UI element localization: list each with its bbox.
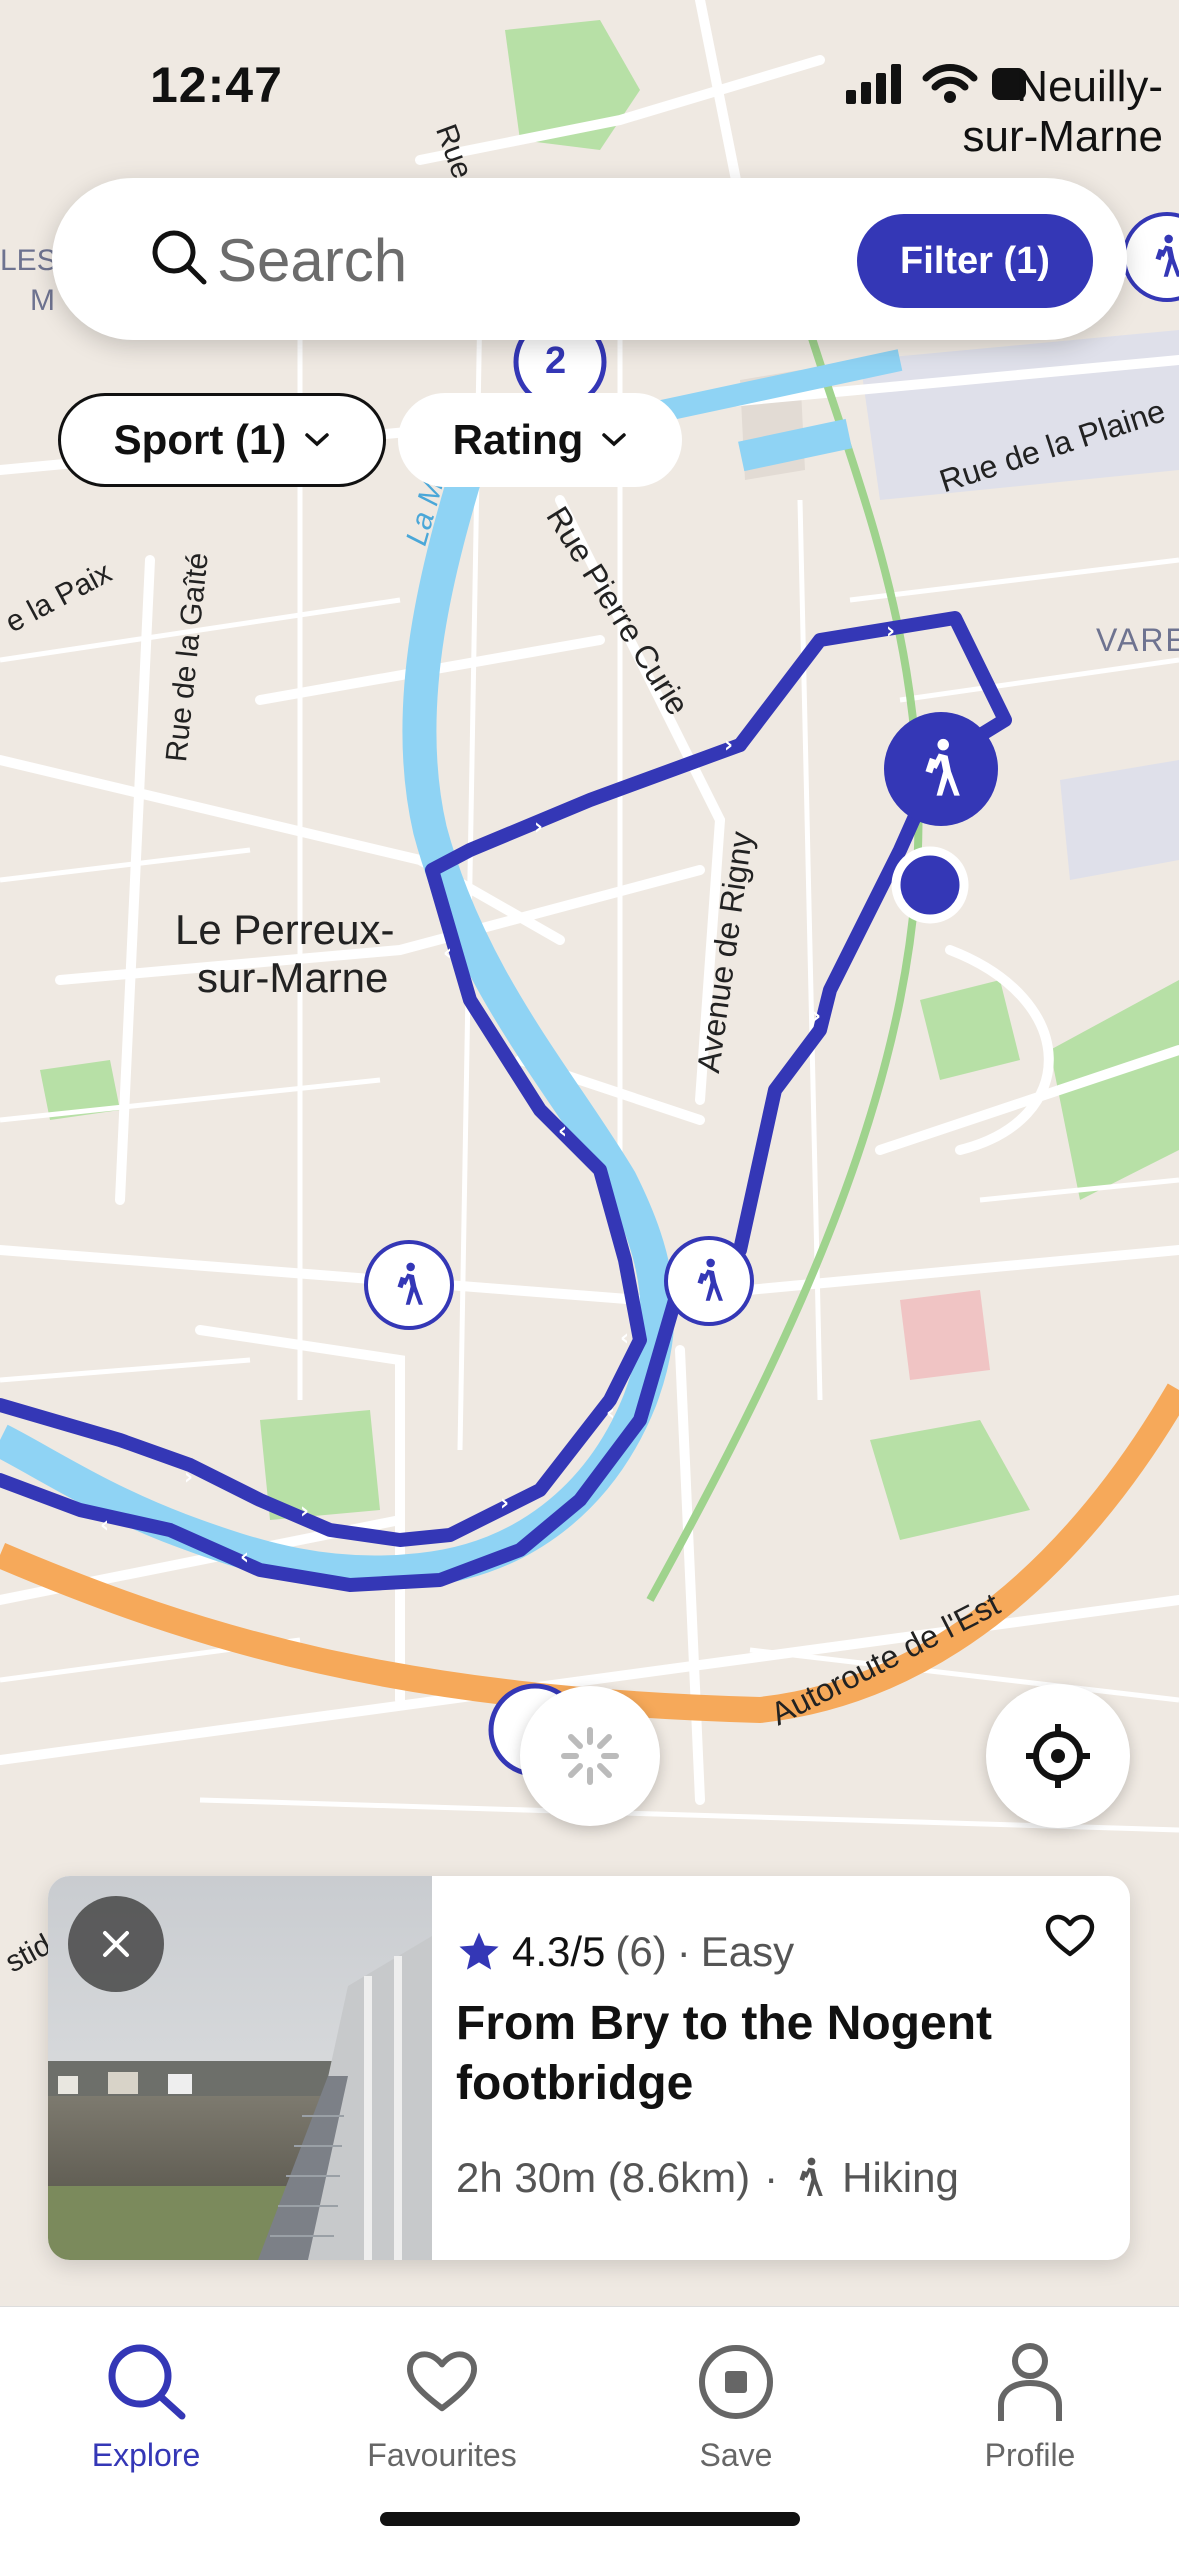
svg-text:›: › bbox=[184, 1465, 193, 1490]
location-label-line2: sur-Marne bbox=[962, 112, 1164, 161]
route-card-body: 4.3/5 (6) · Easy From Bry to the Nogent … bbox=[456, 1876, 1130, 2260]
search-bar[interactable]: Search Filter (1) bbox=[52, 178, 1127, 340]
person-icon bbox=[998, 2343, 1062, 2421]
filter-button[interactable]: Filter (1) bbox=[857, 214, 1093, 308]
record-icon bbox=[699, 2345, 773, 2419]
svg-text:›: › bbox=[724, 733, 733, 758]
svg-text:›: › bbox=[500, 1491, 509, 1516]
home-indicator bbox=[380, 2512, 800, 2526]
svg-text:‹: ‹ bbox=[606, 1401, 615, 1426]
sport-chip-label: Sport (1) bbox=[113, 416, 287, 463]
svg-text:‹: ‹ bbox=[620, 1326, 629, 1351]
heart-icon bbox=[406, 2351, 477, 2412]
chevron-down-icon bbox=[602, 433, 627, 447]
map-label-town: Le Perreux- sur-Marne bbox=[175, 906, 394, 1002]
rating-line: 4.3/5 (6) · Easy bbox=[456, 1928, 794, 1976]
difficulty-label: Easy bbox=[700, 1928, 795, 1975]
hiking-pin[interactable] bbox=[664, 1236, 754, 1326]
tab-profile[interactable]: Profile bbox=[930, 2327, 1130, 2474]
svg-text:‹: ‹ bbox=[558, 1119, 567, 1144]
location-label-line1: Neuilly- bbox=[1016, 62, 1163, 111]
route-meta: 2h 30m (8.6km) · Hiking bbox=[456, 2154, 959, 2202]
sport-label: Hiking bbox=[842, 2154, 959, 2201]
svg-text:‹: ‹ bbox=[240, 1545, 249, 1570]
locate-me-button[interactable] bbox=[986, 1684, 1130, 1828]
map-label-les: LES bbox=[0, 244, 57, 277]
svg-text:‹: ‹ bbox=[100, 1513, 109, 1538]
svg-text:›: › bbox=[886, 619, 895, 644]
hiker-icon bbox=[799, 2157, 823, 2196]
search-icon bbox=[108, 2344, 186, 2420]
hiker-icon bbox=[397, 1262, 423, 1305]
tab-save-label: Save bbox=[699, 2437, 773, 2473]
tab-save[interactable]: Save bbox=[636, 2327, 836, 2474]
map-label-varenne: VARE bbox=[1096, 622, 1179, 658]
rating-filter-chip[interactable]: Rating bbox=[398, 393, 682, 487]
tab-favourites[interactable]: Favourites bbox=[342, 2327, 542, 2474]
chevron-down-icon bbox=[305, 433, 330, 447]
svg-text:‹: ‹ bbox=[443, 941, 452, 966]
status-time: 12:47 bbox=[150, 57, 283, 113]
crosshair-icon bbox=[1026, 1724, 1090, 1788]
close-icon bbox=[103, 1931, 129, 1957]
hiking-pin-main[interactable] bbox=[884, 712, 998, 826]
favourite-button[interactable] bbox=[1044, 1912, 1096, 1965]
tab-explore[interactable]: Explore bbox=[46, 2327, 246, 2474]
rating-separator: · bbox=[676, 1928, 691, 1975]
status-bar: 12:47 Neuilly- sur-Marne bbox=[0, 0, 1179, 162]
location-label: Neuilly- sur-Marne bbox=[963, 62, 1164, 162]
meta-separator: · bbox=[764, 2154, 779, 2201]
svg-text:›: › bbox=[534, 815, 543, 840]
route-photo bbox=[48, 1876, 432, 2260]
heart-icon bbox=[1045, 1914, 1095, 1957]
tab-favourites-label: Favourites bbox=[367, 2437, 517, 2473]
search-icon bbox=[152, 230, 207, 285]
close-card-button[interactable] bbox=[68, 1896, 164, 1992]
cellular-signal-icon bbox=[846, 64, 901, 104]
star-icon bbox=[459, 1932, 499, 1970]
rating-value: 4.3/5 bbox=[512, 1928, 606, 1975]
hiking-pin[interactable] bbox=[364, 1240, 454, 1330]
loading-spinner bbox=[520, 1686, 660, 1826]
town-label-line2: sur-Marne bbox=[197, 954, 389, 1001]
sport-filter-chip[interactable]: Sport (1) bbox=[58, 393, 386, 487]
svg-text:›: › bbox=[300, 1499, 309, 1524]
duration-distance: 2h 30m (8.6km) bbox=[456, 2154, 751, 2201]
hiker-icon bbox=[925, 738, 960, 796]
rating-chip-label: Rating bbox=[452, 416, 584, 463]
route-card[interactable]: 4.3/5 (6) · Easy From Bry to the Nogent … bbox=[48, 1876, 1130, 2260]
search-input[interactable]: Search bbox=[217, 226, 407, 295]
hiker-icon bbox=[1155, 234, 1179, 277]
review-count: (6) bbox=[615, 1928, 667, 1975]
hiker-icon bbox=[697, 1258, 723, 1301]
map-cluster-badge[interactable]: 2 bbox=[545, 340, 566, 383]
tab-profile-label: Profile bbox=[984, 2437, 1076, 2473]
map-label-m: M bbox=[30, 284, 55, 317]
spinner-icon bbox=[561, 1727, 619, 1785]
tab-explore-label: Explore bbox=[91, 2437, 201, 2473]
svg-text:›: › bbox=[812, 1004, 821, 1029]
route-title: From Bry to the Nogent footbridge bbox=[456, 1997, 992, 2110]
town-label-line1: Le Perreux- bbox=[175, 906, 395, 953]
